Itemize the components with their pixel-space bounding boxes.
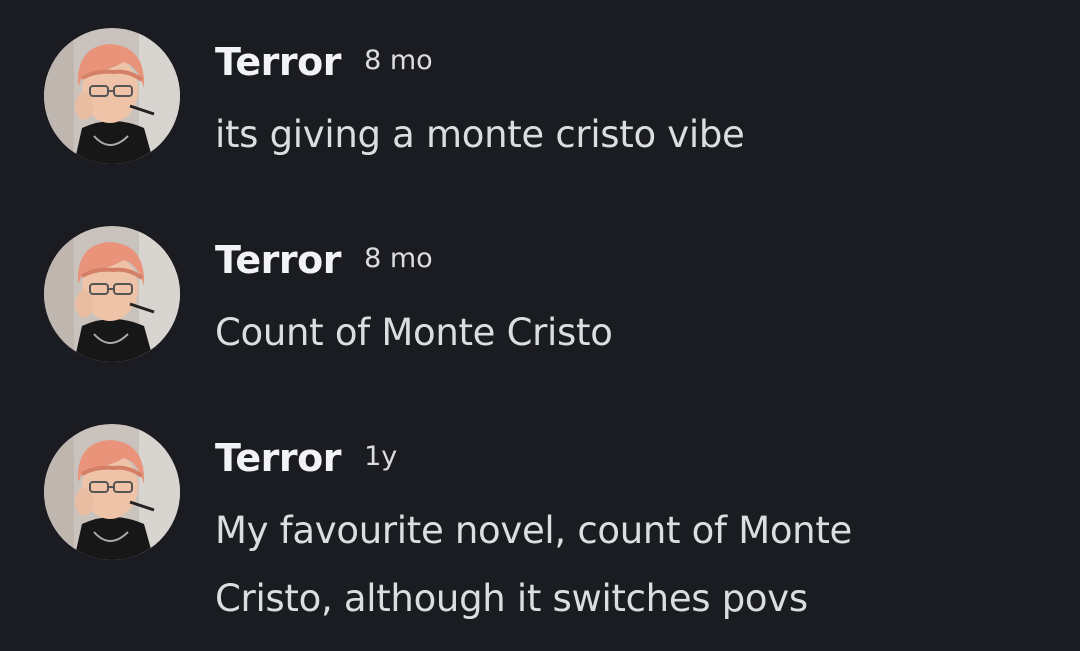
timestamp: 8 mo [364,45,433,76]
username[interactable]: Terror [215,40,341,84]
user-avatar[interactable] [44,424,180,560]
username[interactable]: Terror [215,436,341,480]
message-text: My favourite novel, count of Monte Crist… [215,509,852,620]
message-item[interactable]: Terror 8 mo Count of Monte Cristo [0,198,1080,378]
user-avatar[interactable] [44,28,180,164]
message-item[interactable]: Terror 8 mo its giving a monte cristo vi… [0,0,1080,180]
username[interactable]: Terror [215,238,341,282]
message-text: Count of Monte Cristo [215,311,613,354]
avatar-image [44,28,180,164]
message-header: Terror 8 mo [215,238,433,282]
message-item[interactable]: Terror 1y My favourite novel, count of M… [0,396,1080,651]
message-header: Terror 1y [215,436,397,480]
user-avatar[interactable] [44,226,180,362]
message-header: Terror 8 mo [215,40,433,84]
timestamp: 1y [364,441,398,472]
message-text: its giving a monte cristo vibe [215,113,745,156]
avatar-image [44,424,180,560]
avatar-image [44,226,180,362]
timestamp: 8 mo [364,243,433,274]
